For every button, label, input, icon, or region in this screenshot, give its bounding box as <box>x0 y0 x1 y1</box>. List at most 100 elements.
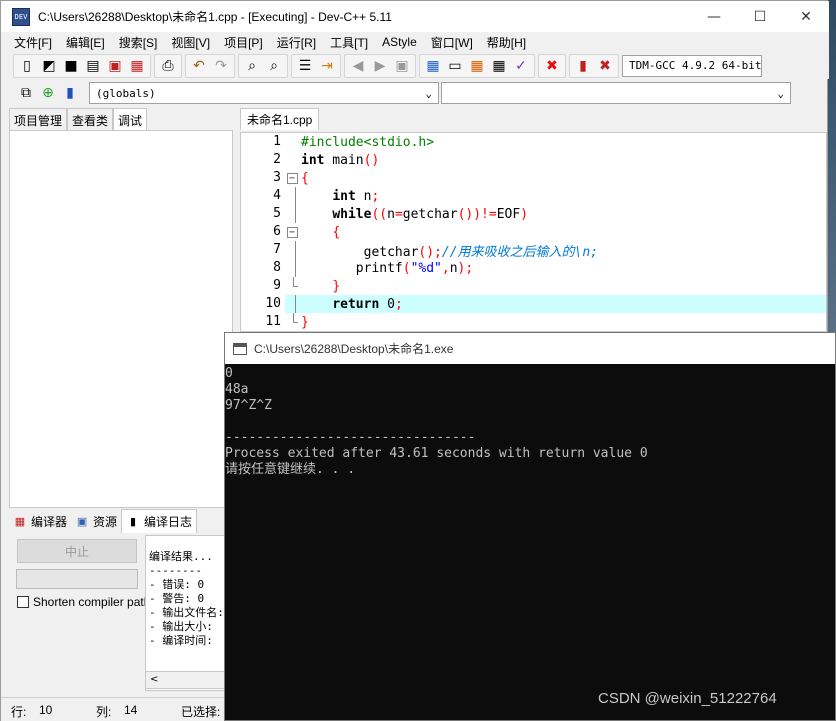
insert-icon[interactable]: ⧉ <box>15 82 37 104</box>
compiler-select[interactable]: TDM-GCC 4.9.2 64-bit Release <box>622 54 762 77</box>
stop-icon[interactable]: ✖ <box>541 55 563 77</box>
code-text: int main() <box>301 152 380 168</box>
function-select[interactable]: ⌄ <box>441 82 791 104</box>
code-line[interactable]: 7 getchar();//用来吸收之后输入的\n; <box>241 241 826 260</box>
scope-select[interactable]: (globals) ⌄ <box>89 82 439 104</box>
syntax-check-icon[interactable]: ✓ <box>510 55 532 77</box>
back-icon[interactable]: ◀ <box>347 55 369 77</box>
run-icon[interactable]: ▭ <box>444 55 466 77</box>
unindent-icon[interactable]: ⇥ <box>316 55 338 77</box>
redo-icon[interactable]: ↷ <box>210 55 232 77</box>
code-text: getchar();//用来吸收之后输入的\n; <box>301 244 599 260</box>
scope-value: (globals) <box>96 86 156 100</box>
code-text: #include<stdio.h> <box>301 134 435 150</box>
fold-marker <box>285 313 299 331</box>
undo-icon[interactable]: ↶ <box>188 55 210 77</box>
devcpp-app-icon: DEV <box>12 7 30 26</box>
find-icon[interactable]: ⌕ <box>241 55 263 77</box>
menu-bar: 文件[F] 编辑[E] 搜索[S] 视图[V] 项目[P] 运行[R] 工具[T… <box>1 32 829 52</box>
rebuild-icon[interactable]: ▦ <box>488 55 510 77</box>
bottom-tabs: ▦ 编译器 ▣ 资源 ▮ 编译日志 <box>9 509 198 533</box>
tab-compiler[interactable]: ▦ 编译器 <box>9 509 71 533</box>
collapse-icon[interactable]: − <box>286 226 298 238</box>
menu-project[interactable]: 项目[P] <box>217 34 270 51</box>
code-line[interactable]: 2 int main() <box>241 151 826 169</box>
tab-resources[interactable]: ▣ 资源 <box>71 509 121 533</box>
tab-classes[interactable]: 查看类 <box>67 108 114 130</box>
tab-label: 资源 <box>93 514 118 529</box>
collapse-icon[interactable]: − <box>286 172 298 184</box>
code-text: { <box>332 224 341 240</box>
code-line[interactable]: 4 int n; <box>241 187 826 205</box>
console-window[interactable]: C:\Users\26288\Desktop\未命名1.exe 0 48a 97… <box>224 332 836 721</box>
line-number: 6 <box>241 223 285 241</box>
chevron-down-icon: ⌄ <box>777 86 784 100</box>
code-line[interactable]: 6− { <box>241 223 826 241</box>
compile-icon[interactable]: ▦ <box>422 55 444 77</box>
shorten-paths-option[interactable]: Shorten compiler paths <box>17 595 147 609</box>
title-bar[interactable]: DEV C:\Users\26288\Desktop\未命名1.cpp - [E… <box>1 1 829 32</box>
code-line[interactable]: 5 while((n=getchar())!=EOF) <box>241 205 826 223</box>
code-text: while((n=getchar())!=EOF) <box>332 206 529 222</box>
log-line: - 输出大小: <box>149 620 213 633</box>
minimize-button[interactable]: — <box>691 1 737 32</box>
close-icon[interactable]: ▣ <box>104 55 126 77</box>
code-line[interactable]: 10 return 0; <box>241 295 826 313</box>
open-icon[interactable]: ◩ <box>38 55 60 77</box>
code-text: { <box>301 170 309 186</box>
main-toolbar: ▯ ◩ ■ ▤ ▣ ▦ ⎙ ↶ ↷ ⌕ ⌕ ☰ ⇥ ◀ ▶ ▣ ▦ ▭ ▦ ▦ … <box>1 52 829 79</box>
console-icon <box>233 342 247 355</box>
line-number: 2 <box>241 151 285 169</box>
delete-profile-icon[interactable]: ✖ <box>594 55 616 77</box>
menu-search[interactable]: 搜索[S] <box>112 34 165 51</box>
menu-view[interactable]: 视图[V] <box>164 34 217 51</box>
line-number: 3 <box>241 169 285 187</box>
profile-icon[interactable]: ▮ <box>572 55 594 77</box>
log-horizontal-scrollbar[interactable]: < <box>145 671 229 689</box>
fold-marker[interactable]: − <box>285 223 299 241</box>
console-title-bar[interactable]: C:\Users\26288\Desktop\未命名1.exe <box>225 333 835 364</box>
goto-icon[interactable]: ▣ <box>391 55 413 77</box>
tab-project[interactable]: 项目管理 <box>9 108 68 130</box>
code-editor[interactable]: 1 #include<stdio.h> 2 int main() 3−{4 int n;… <box>240 132 827 332</box>
chevron-left-icon[interactable]: < <box>150 674 158 685</box>
code-line[interactable]: 1 #include<stdio.h> <box>241 133 826 151</box>
forward-icon[interactable]: ▶ <box>369 55 391 77</box>
menu-run[interactable]: 运行[R] <box>270 34 323 51</box>
compile-run-icon[interactable]: ▦ <box>466 55 488 77</box>
row-label: 行: <box>11 705 27 719</box>
fold-marker[interactable]: − <box>285 169 299 187</box>
code-line[interactable]: 11} <box>241 313 826 331</box>
indent-icon[interactable]: ☰ <box>294 55 316 77</box>
line-number: 8 <box>241 259 285 277</box>
menu-tools[interactable]: 工具[T] <box>323 34 375 51</box>
line-number: 4 <box>241 187 285 205</box>
print-icon[interactable]: ⎙ <box>157 55 179 77</box>
code-text: } <box>301 314 309 330</box>
new-file-icon[interactable]: ▯ <box>16 55 38 77</box>
replace-icon[interactable]: ⌕ <box>263 55 285 77</box>
shorten-paths-checkbox[interactable] <box>17 596 29 608</box>
close-button[interactable]: ✕ <box>783 1 829 32</box>
code-line[interactable]: 3−{ <box>241 169 826 187</box>
menu-astyle[interactable]: AStyle <box>375 35 424 49</box>
abort-button[interactable]: 中止 <box>17 539 137 563</box>
tab-debug[interactable]: 调试 <box>113 108 148 130</box>
compile-progress-bar <box>16 569 138 589</box>
menu-file[interactable]: 文件[F] <box>7 34 59 51</box>
maximize-button[interactable]: ☐ <box>737 1 783 32</box>
menu-help[interactable]: 帮助[H] <box>480 34 533 51</box>
tab-compile-log[interactable]: ▮ 编译日志 <box>121 509 198 533</box>
code-line[interactable]: 9 } <box>241 277 826 295</box>
menu-window[interactable]: 窗口[W] <box>424 34 480 51</box>
fold-marker <box>285 151 299 169</box>
save-icon[interactable]: ■ <box>60 55 82 77</box>
add-icon[interactable]: ⊕ <box>37 82 59 104</box>
save-all-icon[interactable]: ▤ <box>82 55 104 77</box>
code-line[interactable]: 8 printf("%d",n); <box>241 259 826 277</box>
bookmark-icon[interactable]: ▮ <box>59 82 81 104</box>
file-tab[interactable]: 未命名1.cpp <box>240 108 320 130</box>
menu-edit[interactable]: 编辑[E] <box>59 34 112 51</box>
line-number: 11 <box>241 313 285 331</box>
close-all-icon[interactable]: ▦ <box>126 55 148 77</box>
